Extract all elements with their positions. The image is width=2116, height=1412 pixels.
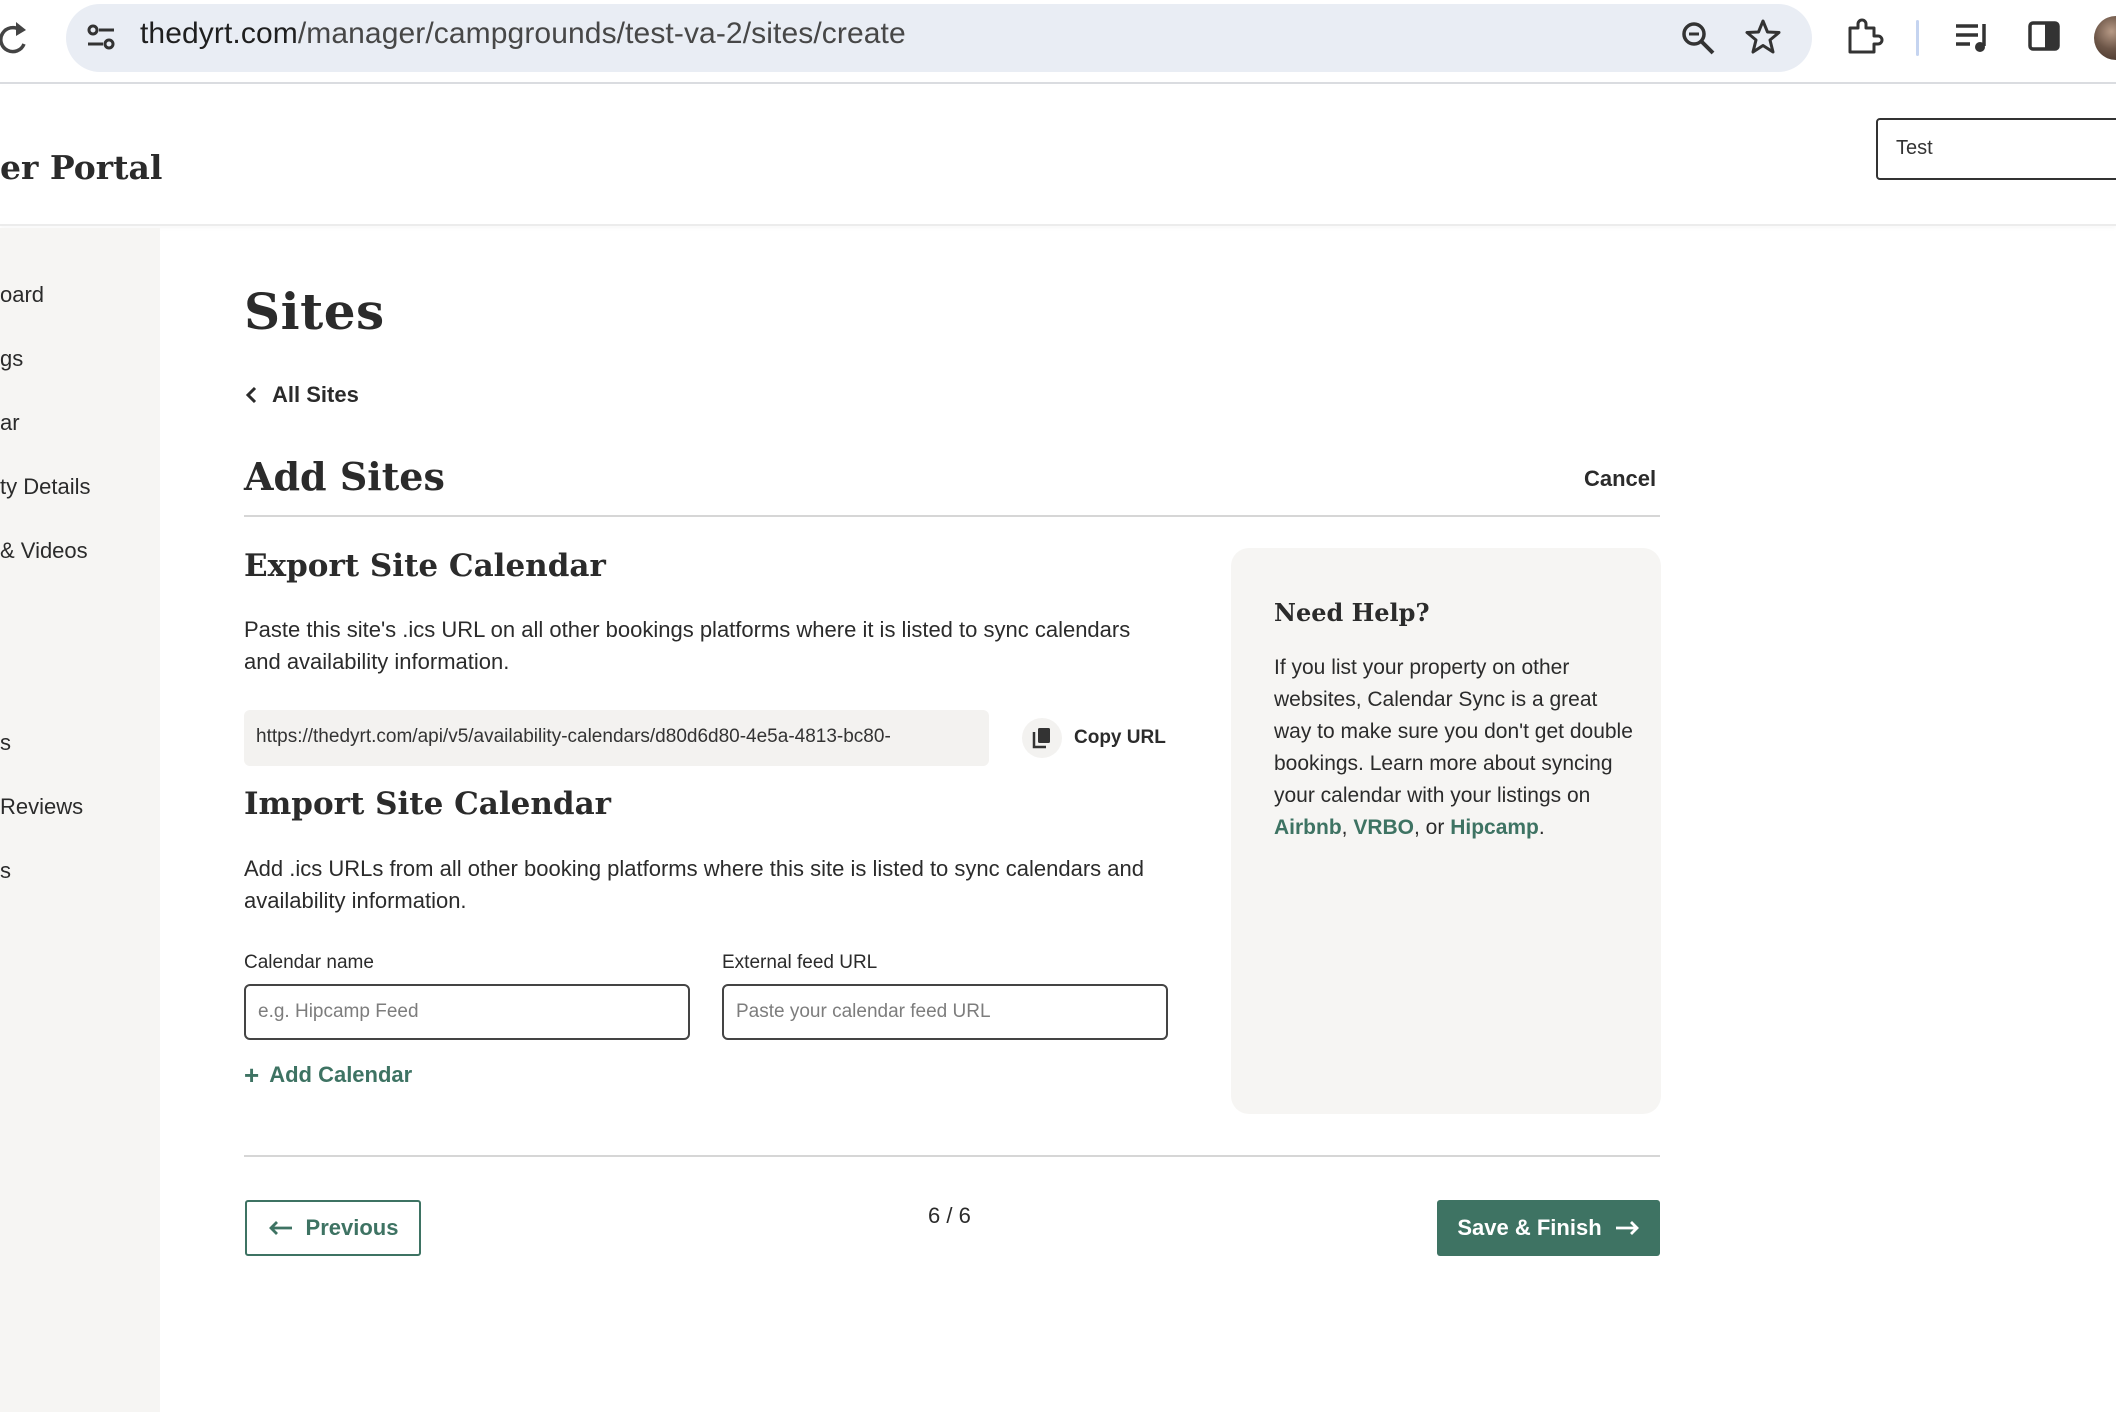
- feed-url-label: External feed URL: [722, 952, 878, 973]
- plus-icon: +: [244, 1060, 260, 1090]
- save-finish-button[interactable]: Save & Finish: [1437, 1200, 1660, 1256]
- help-text: If you list your property on other websi…: [1274, 652, 1634, 844]
- copy-url-button[interactable]: Copy URL: [1022, 716, 1166, 760]
- url-text[interactable]: thedyrt.com/manager/campgrounds/test-va-…: [140, 17, 906, 51]
- reload-icon[interactable]: [0, 18, 32, 58]
- sidebar-item-photos-videos[interactable]: & Videos: [0, 538, 88, 564]
- previous-button[interactable]: Previous: [245, 1200, 421, 1256]
- portal-title: er Portal: [0, 148, 163, 187]
- section-divider: [244, 515, 1660, 517]
- hipcamp-link[interactable]: Hipcamp: [1450, 816, 1539, 839]
- copy-url-label: Copy URL: [1074, 727, 1166, 748]
- url-host: thedyrt.com: [140, 17, 298, 50]
- calendar-name-label: Calendar name: [244, 952, 374, 973]
- help-sep-2: , or: [1414, 816, 1451, 839]
- export-url-field[interactable]: https://thedyrt.com/api/v5/availability-…: [244, 710, 989, 766]
- export-url-text: https://thedyrt.com/api/v5/availability-…: [256, 726, 891, 747]
- profile-avatar[interactable]: [2094, 16, 2116, 60]
- copy-icon: [1022, 718, 1062, 758]
- export-calendar-description: Paste this site's .ics URL on all other …: [244, 617, 1131, 674]
- browser-toolbar: thedyrt.com/manager/campgrounds/test-va-…: [0, 0, 2116, 84]
- help-title: Need Help?: [1274, 598, 1430, 627]
- section-title: Add Sites: [244, 454, 445, 499]
- page-title: Sites: [244, 282, 385, 341]
- extensions-puzzle-icon[interactable]: [1844, 16, 1884, 56]
- help-text-end: .: [1538, 816, 1545, 839]
- sidebar-item-calendar[interactable]: ar: [0, 410, 20, 436]
- previous-label: Previous: [305, 1215, 399, 1240]
- help-sep-1: ,: [1341, 816, 1354, 839]
- vrbo-link[interactable]: VRBO: [1353, 816, 1414, 839]
- site-header: er Portal Test: [0, 86, 2116, 226]
- site-info-icon[interactable]: [84, 20, 118, 54]
- reading-list-icon[interactable]: [1954, 20, 1992, 54]
- save-finish-label: Save & Finish: [1457, 1215, 1602, 1240]
- sidebar-item-bookings[interactable]: gs: [0, 346, 23, 372]
- help-card: Need Help? If you list your property on …: [1231, 548, 1661, 1114]
- add-calendar-button[interactable]: + Add Calendar: [244, 1062, 412, 1088]
- url-path: /manager/campgrounds/test-va-2/sites/cre…: [297, 17, 906, 50]
- sidebar-item-property-details[interactable]: ty Details: [0, 474, 90, 500]
- import-calendar-title: Import Site Calendar: [244, 786, 611, 822]
- import-calendar-description: Add .ics URLs from all other booking pla…: [244, 856, 1144, 913]
- sidebar-item-reviews[interactable]: Reviews: [0, 794, 83, 820]
- sidebar: oard gs ar ty Details & Videos s Reviews…: [0, 228, 160, 1412]
- side-panel-icon[interactable]: [2028, 20, 2060, 52]
- campground-select[interactable]: Test: [1876, 118, 2116, 180]
- arrow-right-icon: [1615, 1221, 1639, 1235]
- calendar-name-input[interactable]: [244, 984, 690, 1040]
- add-calendar-label: Add Calendar: [269, 1062, 413, 1087]
- cancel-button[interactable]: Cancel: [1584, 466, 1656, 492]
- export-calendar-title: Export Site Calendar: [244, 548, 606, 584]
- back-link-label: All Sites: [272, 382, 359, 407]
- arrow-left-icon: [268, 1221, 292, 1235]
- campground-select-value: Test: [1896, 137, 1933, 159]
- sidebar-item-dashboard[interactable]: oard: [0, 282, 44, 308]
- bookmark-star-icon[interactable]: [1744, 18, 1782, 56]
- all-sites-back-link[interactable]: All Sites: [244, 380, 359, 410]
- step-indicator: 6 / 6: [928, 1203, 971, 1228]
- toolbar-divider: [1916, 20, 1919, 56]
- sidebar-item-settings[interactable]: s: [0, 858, 11, 884]
- help-text-body: If you list your property on other websi…: [1274, 656, 1633, 807]
- footer-divider: [244, 1155, 1660, 1157]
- zoom-icon[interactable]: [1680, 20, 1716, 56]
- feed-url-input[interactable]: [722, 984, 1168, 1040]
- airbnb-link[interactable]: Airbnb: [1274, 816, 1342, 839]
- chevron-left-icon: [245, 386, 257, 404]
- sidebar-item-sites[interactable]: s: [0, 730, 11, 756]
